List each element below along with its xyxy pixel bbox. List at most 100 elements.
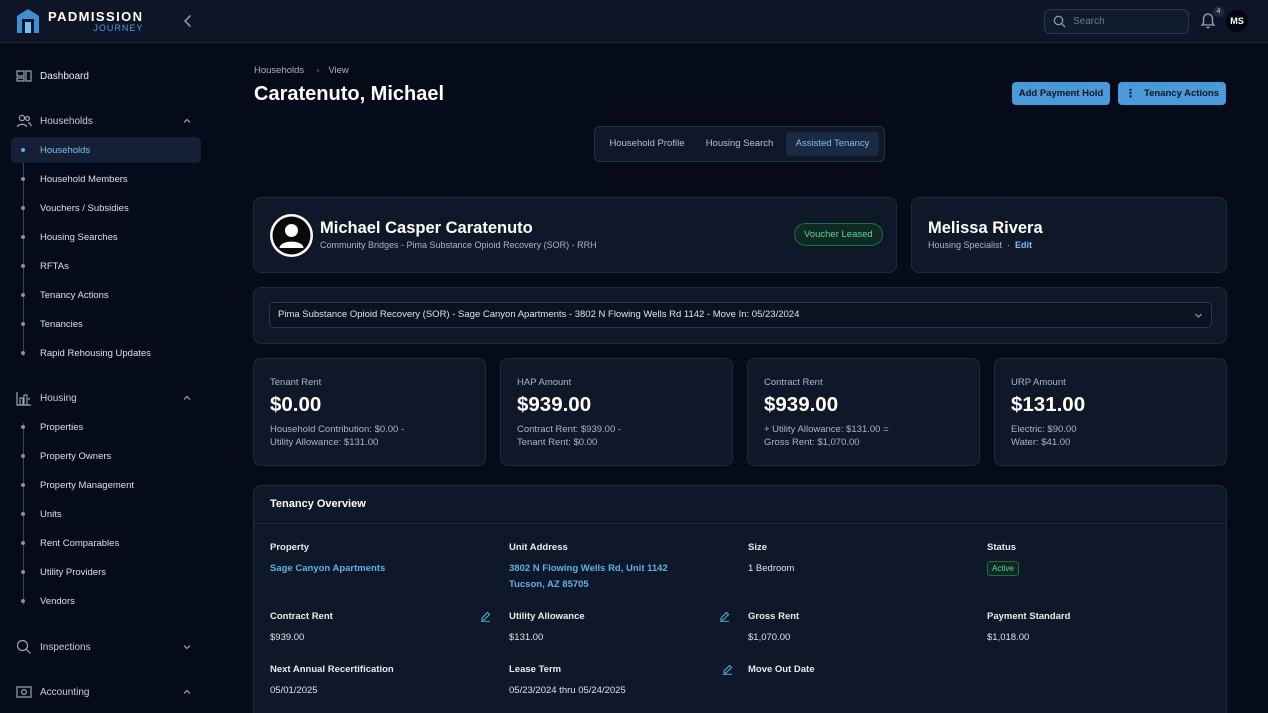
chevron-right-icon: › [316, 65, 320, 76]
sidebar-group-inspections[interactable]: Inspections [16, 637, 196, 657]
sidebar-item-rapid-rehousing-updates[interactable]: Rapid Rehousing Updates [11, 340, 201, 366]
tenancy-select[interactable]: Pima Substance Opioid Recovery (SOR) - S… [269, 302, 1212, 328]
sidebar-group-housing[interactable]: Housing [16, 388, 196, 408]
sidebar-item-label: Vouchers / Subsidies [40, 202, 129, 214]
edit-contract-rent-icon[interactable] [480, 611, 491, 622]
tab-housing-search[interactable]: Housing Search [697, 132, 782, 156]
sidebar-item-label: Units [40, 508, 62, 520]
sidebar-item-property-owners[interactable]: Property Owners [11, 443, 201, 469]
specialist-card: Melissa Rivera Housing Specialist · Edit [911, 197, 1227, 273]
tree-dot [21, 264, 25, 268]
sidebar-group-accounting[interactable]: Accounting [16, 682, 196, 702]
sidebar-item-label: Tenancies [40, 318, 83, 330]
sidebar-group-label: Households [40, 115, 93, 127]
sidebar-item-rent-comparables[interactable]: Rent Comparables [11, 530, 201, 556]
unit-address-link-line1[interactable]: 3802 N Flowing Wells Rd, Unit 1142 [509, 561, 668, 577]
tree-dot [21, 351, 25, 355]
tree-dot [21, 293, 25, 297]
property-label: Property [270, 542, 310, 553]
app-logo[interactable]: PADMISSION JOURNEY [16, 8, 143, 34]
metric-value: $131.00 [1011, 393, 1086, 416]
sidebar-item-label: RFTAs [40, 260, 69, 272]
sidebar-item-units[interactable]: Units [11, 501, 201, 527]
utility-allowance-label: Utility Allowance [509, 611, 585, 622]
person-avatar [270, 214, 313, 257]
sidebar-item-tenancies[interactable]: Tenancies [11, 311, 201, 337]
tree-dot [21, 235, 25, 239]
lease-term-label: Lease Term [509, 664, 562, 675]
payment-standard-value: $1,018.00 [987, 632, 1030, 643]
chevron-down-icon [183, 645, 191, 650]
size-label: Size [748, 542, 768, 553]
magnifier-icon [16, 639, 31, 654]
property-link[interactable]: Sage Canyon Apartments [270, 561, 385, 577]
search-input[interactable] [1073, 16, 1173, 27]
tab-bar: Household Profile Housing Search Assiste… [594, 126, 885, 162]
cash-icon [16, 686, 32, 698]
chevron-down-icon [1195, 313, 1202, 318]
add-payment-hold-button[interactable]: Add Payment Hold [1012, 82, 1110, 105]
user-avatar[interactable]: MS [1226, 10, 1248, 32]
sidebar-item-properties[interactable]: Properties [11, 414, 201, 440]
sidebar-item-label: Property Owners [40, 450, 112, 462]
logo-title: PADMISSION [48, 8, 144, 24]
metric-card-hap-amount: HAP Amount $939.00 Contract Rent: $939.0… [500, 358, 733, 466]
breadcrumb-households-link[interactable]: Households [254, 65, 304, 76]
sidebar-item-label: Households [40, 144, 91, 156]
edit-utility-allowance-icon[interactable] [719, 611, 730, 622]
sidebar-item-housing-searches[interactable]: Housing Searches [11, 224, 201, 250]
tenancy-actions-button[interactable]: ⋮ Tenancy Actions [1118, 82, 1226, 105]
contract-rent-value: $939.00 [270, 632, 305, 643]
payment-standard-label: Payment Standard [987, 611, 1071, 622]
move-out-date-label: Move Out Date [748, 664, 815, 675]
sidebar-item-rftas[interactable]: RFTAs [11, 253, 201, 279]
house-logo-icon [17, 9, 39, 33]
specialist-role-row: Housing Specialist · Edit [928, 240, 1032, 250]
tab-assisted-tenancy[interactable]: Assisted Tenancy [786, 132, 879, 156]
tab-household-profile[interactable]: Household Profile [602, 132, 692, 156]
metric-description: Household Contribution: $0.00 - Utility … [270, 424, 405, 448]
chevron-up-icon [183, 395, 191, 400]
tree-dot [21, 177, 25, 181]
unit-address-link-line2[interactable]: Tucson, AZ 85705 [509, 577, 589, 593]
tree-dot [21, 425, 25, 429]
tree-dot [21, 599, 25, 603]
edit-specialist-link[interactable]: Edit [1015, 240, 1032, 250]
sidebar-group-label: Accounting [40, 686, 90, 698]
sidebar-item-household-members[interactable]: Household Members [11, 166, 201, 192]
utility-allowance-value: $131.00 [509, 632, 544, 643]
page-title: Caratenuto, Michael [254, 83, 445, 105]
metric-value: $0.00 [270, 393, 322, 416]
top-bar: PADMISSION JOURNEY 4 MS [0, 0, 1268, 43]
user-silhouette-icon [272, 216, 311, 255]
tree-dot [21, 454, 25, 458]
metric-card-contract-rent: Contract Rent $939.00 + Utility Allowanc… [747, 358, 980, 466]
tree-dot [21, 541, 25, 545]
sidebar-item-households[interactable]: Households [11, 137, 201, 163]
size-value: 1 Bedroom [748, 563, 795, 574]
sidebar-group-households[interactable]: Households [16, 111, 196, 131]
sidebar-item-label: Dashboard [40, 70, 89, 82]
metric-value: $939.00 [764, 393, 839, 416]
household-name: Michael Casper Caratenuto [320, 219, 533, 237]
gross-rent-value: $1,070.00 [748, 632, 791, 643]
sidebar-item-label: Rent Comparables [40, 537, 120, 549]
sidebar-item-dashboard[interactable]: Dashboard [16, 66, 196, 86]
tree-dot [21, 512, 25, 516]
sidebar-item-vouchers-subsidies[interactable]: Vouchers / Subsidies [11, 195, 201, 221]
sidebar-item-tenancy-actions[interactable]: Tenancy Actions [11, 282, 201, 308]
tenancy-select-value: Pima Substance Opioid Recovery (SOR) - S… [278, 309, 800, 320]
sidebar-item-utility-providers[interactable]: Utility Providers [11, 559, 201, 585]
breadcrumb-current: View [328, 65, 349, 76]
sidebar-item-vendors[interactable]: Vendors [11, 588, 201, 614]
search-box[interactable] [1044, 9, 1189, 34]
metric-card-tenant-rent: Tenant Rent $0.00 Household Contribution… [253, 358, 486, 466]
sidebar-item-property-management[interactable]: Property Management [11, 472, 201, 498]
specialist-name: Melissa Rivera [928, 219, 1043, 237]
collapse-sidebar-icon[interactable] [180, 12, 196, 30]
household-program: Community Bridges - Pima Substance Opioi… [320, 240, 597, 250]
edit-lease-term-icon[interactable] [722, 664, 733, 675]
tree-dot [21, 322, 25, 326]
tree-dot [21, 206, 25, 210]
tenancy-actions-label: Tenancy Actions [1144, 88, 1219, 99]
